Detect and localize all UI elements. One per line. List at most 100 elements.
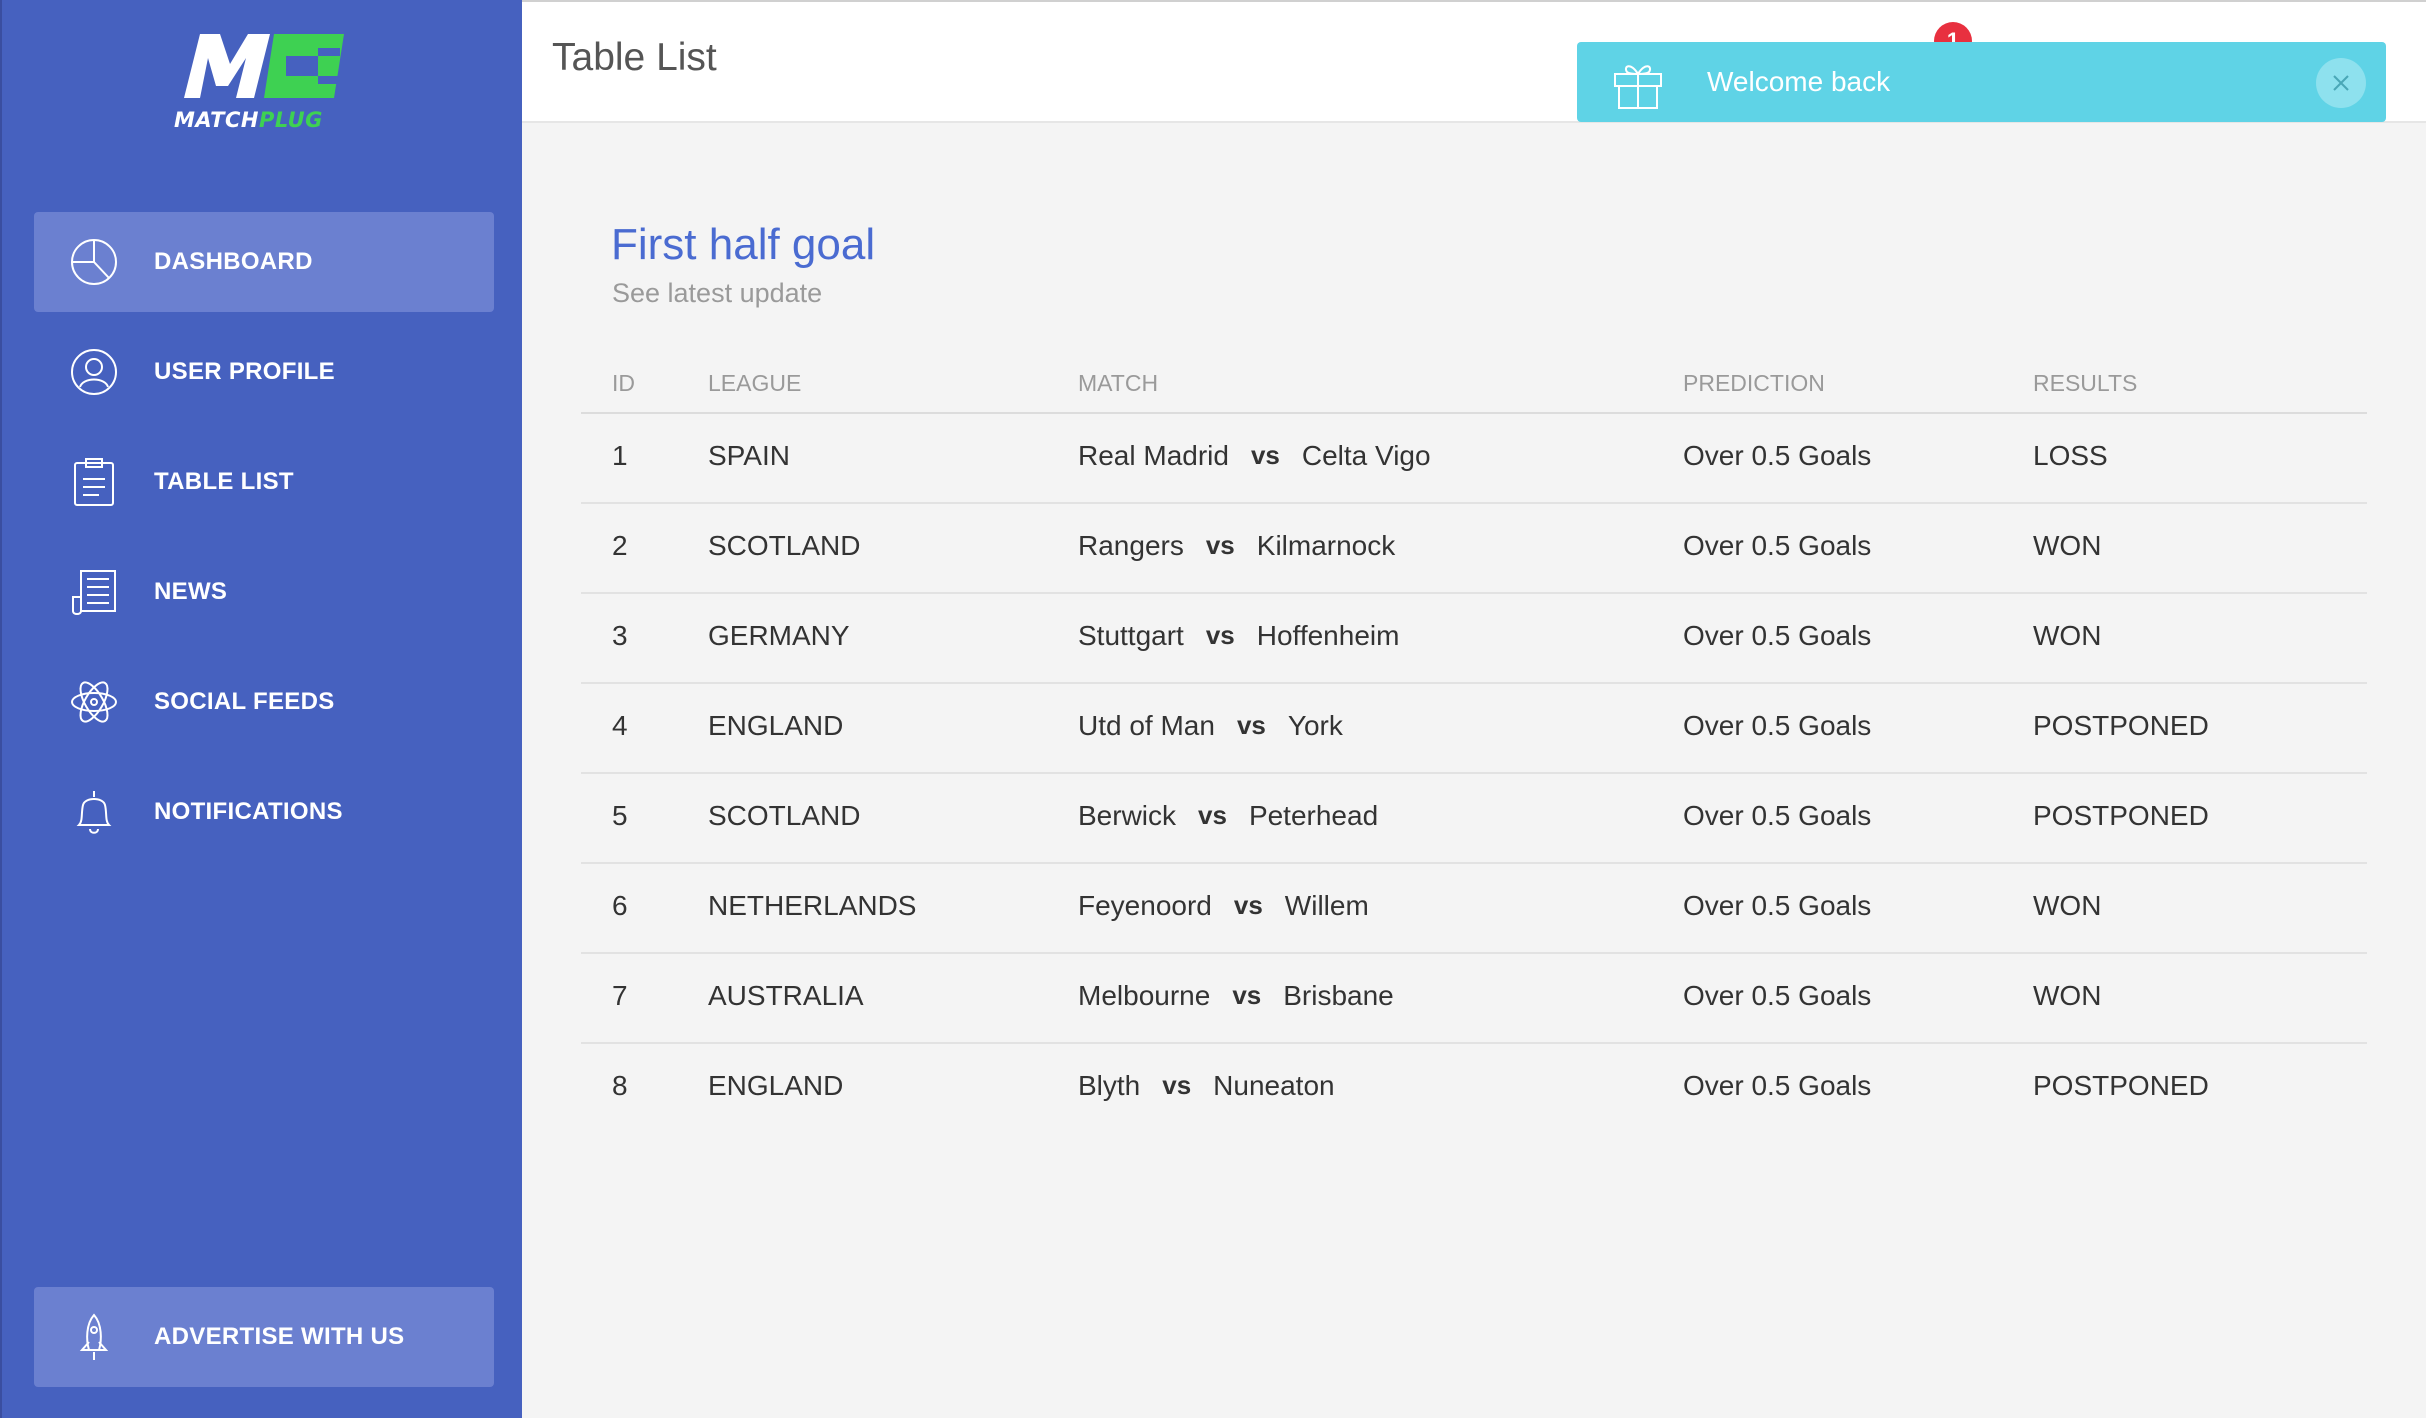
cell-id: 1 xyxy=(612,440,628,471)
predictions-table: ID LEAGUE MATCH PREDICTION RESULTS 1 SPA… xyxy=(581,360,2367,1134)
close-icon xyxy=(2333,75,2349,91)
away-team: Hoffenheim xyxy=(1256,620,1400,651)
sidebar-item-label: TABLE LIST xyxy=(154,468,294,495)
cell-league: SCOTLAND xyxy=(708,530,861,561)
gift-icon xyxy=(1614,65,1662,109)
away-team: Brisbane xyxy=(1283,980,1394,1011)
sidebar: MATCHPLUG DASHBOARD USER PROFILE TABLE L… xyxy=(0,0,522,1418)
sidebar-item-table-list[interactable]: TABLE LIST xyxy=(34,432,494,532)
cell-id: 4 xyxy=(612,710,628,741)
sidebar-item-notifications[interactable]: NOTIFICATIONS xyxy=(34,762,494,862)
table-row: 3 GERMANY Stuttgart vs Hoffenheim Over 0… xyxy=(581,594,2367,684)
page-title: Table List xyxy=(552,36,717,79)
cell-match: Berwick vs Peterhead xyxy=(1078,800,1378,832)
column-header-id: ID xyxy=(612,370,635,396)
vs-label: vs xyxy=(1250,440,1280,470)
vs-label: vs xyxy=(1205,530,1235,560)
cell-prediction: Over 0.5 Goals xyxy=(1683,710,1872,741)
logo-wordmark: MATCHPLUG xyxy=(174,108,323,132)
cell-match: Feyenoord vs Willem xyxy=(1078,890,1369,922)
cell-match: Real Madrid vs Celta Vigo xyxy=(1078,440,1431,472)
cell-prediction: Over 0.5 Goals xyxy=(1683,800,1872,831)
column-header-league: LEAGUE xyxy=(708,370,802,396)
matchplug-logo[interactable]: MATCHPLUG xyxy=(174,28,354,138)
rocket-icon xyxy=(68,1311,120,1363)
cell-result: WON xyxy=(2033,980,2102,1011)
sidebar-item-news[interactable]: NEWS xyxy=(34,542,494,642)
cell-match: Melbourne vs Brisbane xyxy=(1078,980,1394,1012)
cell-id: 8 xyxy=(612,1070,628,1101)
home-team: Rangers xyxy=(1078,530,1184,561)
home-team: Real Madrid xyxy=(1078,440,1229,471)
cell-result: POSTPONED xyxy=(2033,710,2209,741)
sidebar-item-user-profile[interactable]: USER PROFILE xyxy=(34,322,494,422)
cell-result: WON xyxy=(2033,890,2102,921)
table-row: 8 ENGLAND Blyth vs Nuneaton Over 0.5 Goa… xyxy=(581,1044,2367,1134)
table-row: 2 SCOTLAND Rangers vs Kilmarnock Over 0.… xyxy=(581,504,2367,594)
cell-id: 5 xyxy=(612,800,628,831)
column-header-results: RESULTS xyxy=(2033,370,2138,396)
cell-prediction: Over 0.5 Goals xyxy=(1683,620,1872,651)
cell-match: Utd of Man vs York xyxy=(1078,710,1343,742)
welcome-toast: Welcome back xyxy=(1577,42,2386,122)
home-team: Stuttgart xyxy=(1078,620,1184,651)
cell-id: 2 xyxy=(612,530,628,561)
cell-id: 6 xyxy=(612,890,628,921)
table-row: 6 NETHERLANDS Feyenoord vs Willem Over 0… xyxy=(581,864,2367,954)
cell-prediction: Over 0.5 Goals xyxy=(1683,1070,1872,1101)
bell-icon xyxy=(68,786,120,838)
cell-result: POSTPONED xyxy=(2033,1070,2209,1101)
column-header-prediction: PREDICTION xyxy=(1683,370,1825,396)
cell-result: LOSS xyxy=(2033,440,2108,471)
cell-result: WON xyxy=(2033,530,2102,561)
cell-match: Blyth vs Nuneaton xyxy=(1078,1070,1335,1102)
home-team: Utd of Man xyxy=(1078,710,1215,741)
away-team: Willem xyxy=(1284,890,1369,921)
vs-label: vs xyxy=(1162,1070,1192,1100)
cell-id: 3 xyxy=(612,620,628,651)
sidebar-item-label: SOCIAL FEEDS xyxy=(154,688,335,715)
home-team: Berwick xyxy=(1078,800,1177,831)
table-row: 7 AUSTRALIA Melbourne vs Brisbane Over 0… xyxy=(581,954,2367,1044)
toast-close-button[interactable] xyxy=(2316,58,2366,108)
away-team: Celta Vigo xyxy=(1301,440,1431,471)
away-team: York xyxy=(1287,710,1343,741)
cell-prediction: Over 0.5 Goals xyxy=(1683,980,1872,1011)
sidebar-item-label: NOTIFICATIONS xyxy=(154,798,343,825)
user-icon xyxy=(68,346,120,398)
advertise-with-us-button[interactable]: ADVERTISE WITH US xyxy=(34,1287,494,1387)
sidebar-item-label: DASHBOARD xyxy=(154,248,313,275)
vs-label: vs xyxy=(1236,710,1266,740)
table-body: 1 SPAIN Real Madrid vs Celta Vigo Over 0… xyxy=(581,414,2367,1134)
cell-league: GERMANY xyxy=(708,620,850,651)
vs-label: vs xyxy=(1232,980,1262,1010)
vs-label: vs xyxy=(1205,620,1235,650)
cell-prediction: Over 0.5 Goals xyxy=(1683,440,1872,471)
cell-id: 7 xyxy=(612,980,628,1011)
sidebar-item-social-feeds[interactable]: SOCIAL FEEDS xyxy=(34,652,494,752)
sidebar-item-label: NEWS xyxy=(154,578,228,605)
card-subtitle: See latest update xyxy=(612,278,823,308)
cell-result: POSTPONED xyxy=(2033,800,2209,831)
away-team: Peterhead xyxy=(1248,800,1379,831)
clipboard-icon xyxy=(68,456,120,508)
column-header-match: MATCH xyxy=(1078,370,1159,396)
atom-icon xyxy=(68,676,120,728)
sidebar-item-label: USER PROFILE xyxy=(154,358,335,385)
sidebar-item-dashboard[interactable]: DASHBOARD xyxy=(34,212,494,312)
home-team: Blyth xyxy=(1078,1070,1141,1101)
cell-league: ENGLAND xyxy=(708,710,844,741)
newspaper-icon xyxy=(68,566,120,618)
cell-match: Rangers vs Kilmarnock xyxy=(1078,530,1395,562)
cell-league: SPAIN xyxy=(708,440,790,471)
table-header: ID LEAGUE MATCH PREDICTION RESULTS xyxy=(581,360,2367,414)
advertise-label: ADVERTISE WITH US xyxy=(154,1323,405,1350)
cell-result: WON xyxy=(2033,620,2102,651)
logo-mark-icon xyxy=(184,34,344,98)
home-team: Feyenoord xyxy=(1078,890,1212,921)
toast-message: Welcome back xyxy=(1707,66,1891,97)
pie-chart-icon xyxy=(68,236,120,288)
cell-prediction: Over 0.5 Goals xyxy=(1683,890,1872,921)
cell-league: AUSTRALIA xyxy=(708,980,864,1011)
table-row: 4 ENGLAND Utd of Man vs York Over 0.5 Go… xyxy=(581,684,2367,774)
